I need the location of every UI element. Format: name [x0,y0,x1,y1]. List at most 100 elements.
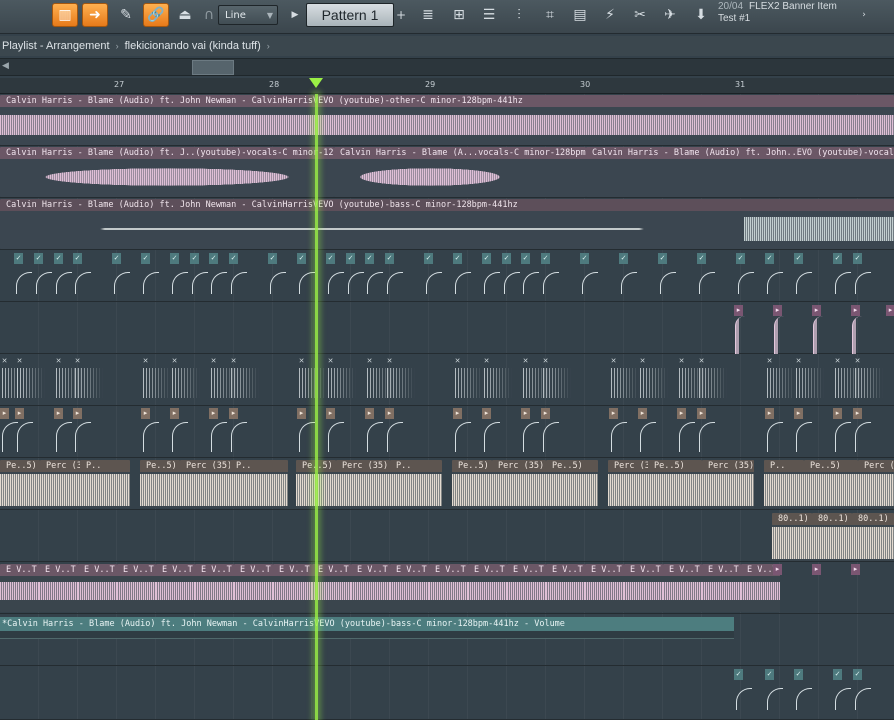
hat-clip-marker[interactable]: ✓ [765,253,774,264]
hat-clip[interactable] [143,272,159,294]
purple-clip[interactable] [735,316,745,354]
kick-clip-marker[interactable]: ▸ [0,408,9,419]
kick-clip[interactable] [640,422,656,452]
hat-clip[interactable] [660,272,676,294]
kick-clip-marker[interactable]: ▸ [209,408,218,419]
audio-clip-ev[interactable]: E V..T [39,564,78,612]
hat-clip-marker[interactable]: ✓ [794,253,803,264]
arrow-icon[interactable]: ➜ [82,3,108,27]
kick-clip-marker[interactable]: ▸ [833,408,842,419]
hat-clip-marker[interactable]: ✓ [658,253,667,264]
hat-clip-marker[interactable]: ✓ [54,253,63,264]
hat-clip-marker[interactable]: ✓ [229,253,238,264]
audio-clip-perc[interactable]: Pe..5) [804,460,858,508]
track-lane[interactable]: 80..1) 80..1) 80..1) [0,510,894,562]
pattern-list-icon[interactable]: ⊞ [446,3,472,27]
audio-clip-perc[interactable]: Perc (35) [180,460,230,508]
render-icon[interactable]: ✈ [657,3,683,27]
track-lane[interactable]: ▸ ▸ ▸ ▸ ▸ ▸ ▸ ▸ ▸ ▸ ▸ ▸ ▸ ▸ ▸ ▸ ▸ ▸ ▸ ▸ ▸ ▸ ▸ ▸ [0,406,894,458]
audio-clip-perc[interactable]: P.. [80,460,130,508]
kick-clip[interactable] [367,422,383,452]
kick-clip[interactable] [56,422,72,452]
hat-clip-marker[interactable]: ✓ [794,669,803,680]
hat-clip-marker[interactable]: ✓ [385,253,394,264]
kick-clip-marker[interactable]: ▸ [765,408,774,419]
audio-clip-fx[interactable]: 80..1) [772,513,812,561]
kick-clip[interactable] [835,422,851,452]
audio-clip-bass[interactable]: Calvin Harris - Blame (Audio) ft. John N… [0,199,894,249]
kick-clip-marker[interactable]: ▸ [697,408,706,419]
sample-clip-marker[interactable]: ✕ [453,356,462,367]
ev-clip-marker[interactable]: ▸ [773,564,782,575]
kick-clip-marker[interactable]: ▸ [482,408,491,419]
audio-clip-ev[interactable]: E V..T [351,564,390,612]
purple-clip-marker[interactable]: ▸ [851,305,860,316]
hat-clip-marker[interactable]: ✓ [853,669,862,680]
kick-clip-marker[interactable]: ▸ [15,408,24,419]
sample-clip[interactable] [387,368,415,398]
sample-clip-marker[interactable]: ✕ [141,356,150,367]
audio-clip-perc[interactable]: Pe..5) [0,460,40,508]
sample-clip[interactable] [484,368,512,398]
audio-clip-ev[interactable]: E V..T [702,564,741,612]
sample-clip[interactable] [767,368,795,398]
hat-clip[interactable] [736,688,752,710]
kick-clip-marker[interactable]: ▸ [297,408,306,419]
audio-clip-ev[interactable]: E V..T [117,564,156,612]
sample-clip-marker[interactable]: ✕ [853,356,862,367]
hat-clip-marker[interactable]: ✓ [112,253,121,264]
audio-clip-ev[interactable]: E V..T [624,564,663,612]
audio-clip-perc[interactable]: Pe..5) [140,460,180,508]
sample-clip-marker[interactable]: ✕ [0,356,9,367]
sample-clip[interactable] [699,368,727,398]
audio-clip-perc[interactable]: P.. [230,460,288,508]
kick-clip-marker[interactable]: ▸ [385,408,394,419]
sample-clip-marker[interactable]: ✕ [677,356,686,367]
track-lane[interactable]: E V..T E V..T E V..T E V..T E V..T E V..T E V.… [0,562,894,614]
kick-clip[interactable] [143,422,159,452]
kick-clip-marker[interactable]: ▸ [326,408,335,419]
sample-clip-marker[interactable]: ✕ [54,356,63,367]
kick-clip-marker[interactable]: ▸ [365,408,374,419]
audio-clip-ev[interactable]: E V..T [234,564,273,612]
ev-clip-marker[interactable]: ▸ [812,564,821,575]
magnet-icon[interactable]: ∩ [200,3,218,27]
mixer-icon[interactable]: ⫶ [506,3,532,27]
sample-clip[interactable] [796,368,824,398]
audio-clip-ev[interactable]: E V..T [78,564,117,612]
sample-clip-marker[interactable]: ✕ [229,356,238,367]
hat-clip[interactable] [767,272,783,294]
hat-clip-marker[interactable]: ✓ [619,253,628,264]
hat-clip-marker[interactable]: ✓ [190,253,199,264]
hat-clip-marker[interactable]: ✓ [326,253,335,264]
kick-clip[interactable] [17,422,33,452]
track-lane[interactable]: Calvin Harris - Blame (Audio) ft. J..(yo… [0,146,894,198]
kick-clip-marker[interactable]: ▸ [229,408,238,419]
kick-clip[interactable] [543,422,559,452]
audio-clip-perc[interactable]: P.. [764,460,804,508]
purple-clip[interactable] [813,316,823,354]
hat-clip-marker[interactable]: ✓ [765,669,774,680]
automation-clip-volume[interactable]: *Calvin Harris - Blame (Audio) ft. John … [0,617,734,631]
audio-clip-perc[interactable]: Perc (3 [608,460,648,508]
hat-clip-marker[interactable]: ✓ [170,253,179,264]
kick-clip-marker[interactable]: ▸ [638,408,647,419]
audio-clip-perc[interactable]: Perc (35) [702,460,754,508]
hat-clip-marker[interactable]: ✓ [453,253,462,264]
audio-clip-perc[interactable]: Pe..5) [452,460,492,508]
hat-clip[interactable] [582,272,598,294]
kick-clip[interactable] [679,422,695,452]
hat-clip[interactable] [543,272,559,294]
hat-clip-marker[interactable]: ✓ [853,253,862,264]
hat-clip[interactable] [738,272,754,294]
playlist-icon[interactable]: ≣ [415,3,441,27]
kick-clip-marker[interactable]: ▸ [677,408,686,419]
track-lane[interactable]: ▸ ▸ ▸ ▸ ▸ [0,302,894,354]
hat-clip[interactable] [36,272,52,294]
audio-clip-perc[interactable]: Perc (35) [40,460,80,508]
sample-clip[interactable] [855,368,883,398]
hat-clip[interactable] [855,272,871,294]
kick-clip[interactable] [211,422,227,452]
track-lane[interactable]: Pe..5)Perc (35)P..Pe..5)Perc (35)P..Pe..… [0,458,894,510]
horizontal-scrollbar[interactable]: ◀ [0,58,894,76]
